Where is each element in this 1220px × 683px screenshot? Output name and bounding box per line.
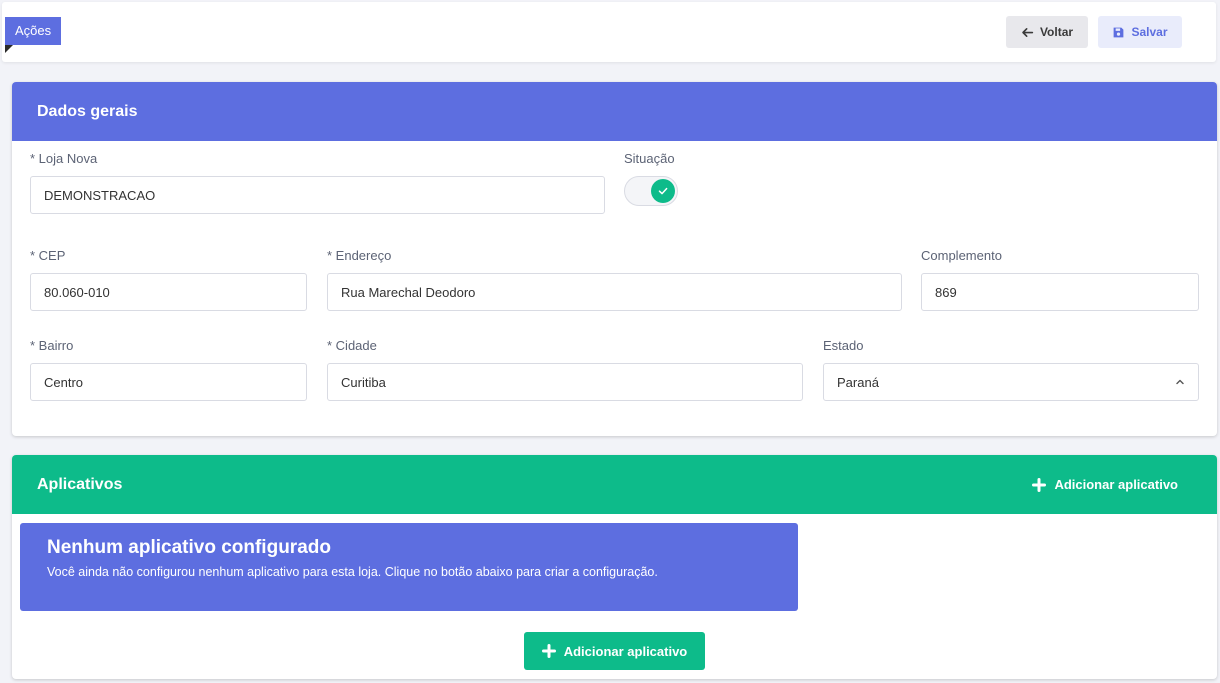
cep-field: * CEP — [30, 248, 307, 311]
address-label: * Endereço — [327, 248, 392, 263]
back-button[interactable]: Voltar — [1006, 16, 1088, 48]
plus-icon — [1032, 477, 1047, 492]
district-field: * Bairro — [30, 338, 307, 401]
complement-field: Complemento — [921, 248, 1199, 311]
cep-label: * CEP — [30, 248, 66, 263]
toggle-knob — [651, 179, 675, 203]
arrow-left-icon — [1022, 27, 1034, 37]
empty-apps-alert: Nenhum aplicativo configurado Você ainda… — [20, 523, 798, 611]
complement-label: Complemento — [921, 248, 1002, 263]
check-icon — [658, 187, 668, 195]
general-data-title: Dados gerais — [37, 102, 138, 120]
add-app-header-button[interactable]: Adicionar aplicativo — [1032, 477, 1178, 492]
floppy-disk-icon — [1114, 27, 1124, 37]
store-field: * Loja Nova — [30, 151, 605, 214]
add-app-button-label: Adicionar aplicativo — [563, 643, 688, 659]
actions-ribbon: Ações — [5, 17, 62, 53]
state-label: Estado — [823, 338, 864, 353]
city-field: * Cidade — [327, 338, 803, 401]
apps-title: Aplicativos — [37, 475, 123, 493]
district-label: * Bairro — [30, 338, 74, 353]
status-field: Situação — [624, 151, 744, 206]
state-select[interactable]: Paraná — [823, 363, 1199, 401]
add-app-header-label: Adicionar aplicativo — [1054, 477, 1178, 492]
store-label: * Loja Nova — [30, 151, 98, 166]
city-input[interactable] — [327, 363, 803, 401]
general-data-header: Dados gerais — [12, 82, 1217, 141]
store-input[interactable] — [30, 176, 605, 214]
status-label: Situação — [624, 151, 675, 166]
general-data-card: Dados gerais * Loja Nova Situação * CEP … — [12, 82, 1217, 436]
address-input[interactable] — [327, 273, 902, 311]
city-label: * Cidade — [327, 338, 377, 353]
cep-input[interactable] — [30, 273, 307, 311]
state-field: Estado Paraná — [823, 338, 1199, 401]
apps-card: Aplicativos Adicionar aplicativo Nenhum … — [12, 455, 1217, 679]
back-button-label: Voltar — [1039, 25, 1074, 39]
address-field: * Endereço — [327, 248, 902, 311]
state-value: Paraná — [837, 374, 879, 390]
apps-header: Aplicativos Adicionar aplicativo — [12, 455, 1217, 514]
district-input[interactable] — [30, 363, 307, 401]
chevron-up-icon — [1176, 379, 1184, 385]
actions-bar: Ações Voltar Salvar — [2, 2, 1216, 62]
plus-icon — [541, 644, 556, 658]
status-toggle[interactable] — [624, 176, 678, 206]
empty-apps-title: Nenhum aplicativo configurado — [47, 537, 331, 558]
complement-input[interactable] — [921, 273, 1199, 311]
save-button[interactable]: Salvar — [1098, 16, 1182, 48]
save-button-label: Salvar — [1131, 25, 1168, 39]
add-app-button[interactable]: Adicionar aplicativo — [524, 632, 705, 670]
empty-apps-text: Você ainda não configurou nenhum aplicat… — [47, 565, 658, 579]
